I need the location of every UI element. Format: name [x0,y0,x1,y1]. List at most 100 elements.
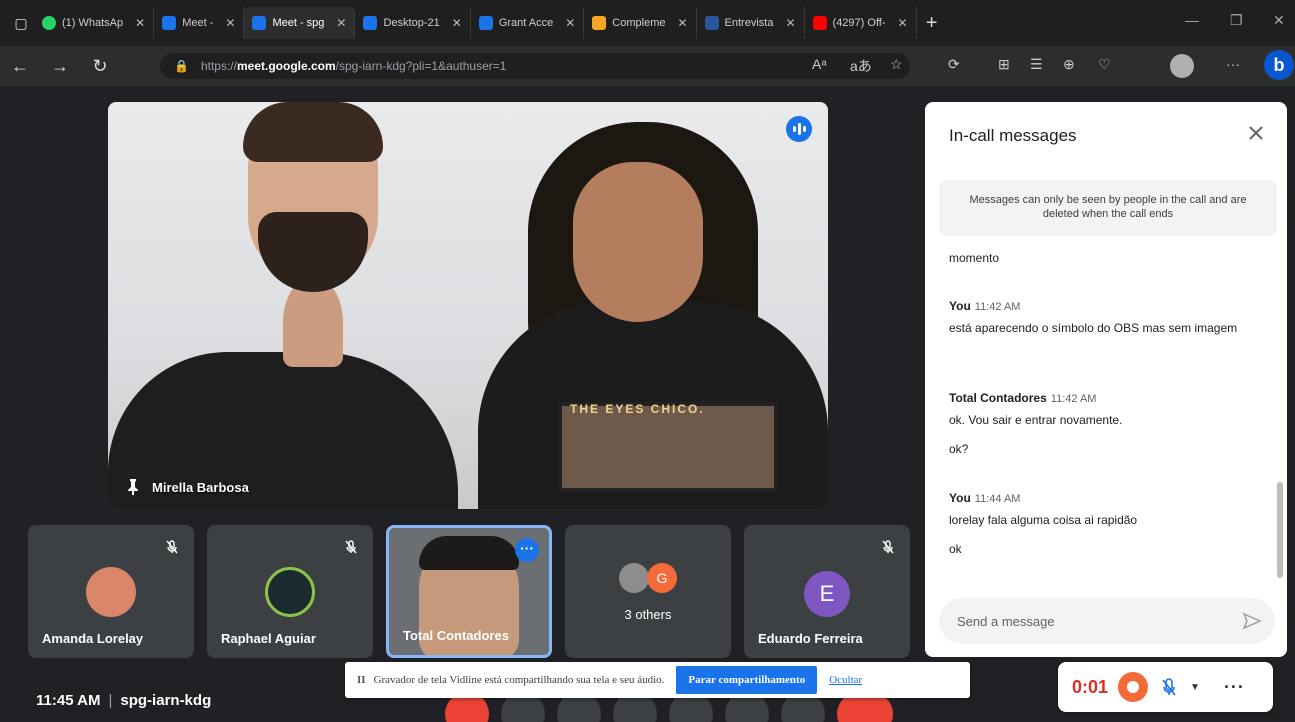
participant-tile-eduardo[interactable]: E Eduardo Ferreira [744,525,910,658]
tab-entrevista[interactable]: Entrevista ✕ [697,7,805,39]
tab-label: Entrevista [724,17,774,29]
participant-tile-others[interactable]: G 3 others [565,525,731,658]
minimize-icon[interactable]: — [1185,12,1199,28]
video-person [243,102,383,162]
tab-actions-icon[interactable]: ▢ [8,10,34,36]
participant-name: Amanda Lorelay [42,631,144,646]
meet-icon [363,16,378,30]
lock-icon: 🔒 [174,59,189,73]
recorder-more-icon[interactable]: ··· [1224,677,1245,698]
close-tab-icon[interactable]: ✕ [135,16,145,30]
main-video[interactable]: THE EYES CHICO. Mirella Barbosa [108,102,828,509]
microsoft-icon [592,16,607,30]
favorite-star-icon[interactable]: ☆ [890,56,903,73]
tab-grant-access[interactable]: Grant Acce ✕ [471,7,585,39]
message-sender: You [949,491,971,505]
url-path: /spg-iarn-kdg?pli=1&authuser=1 [335,59,507,73]
chat-message: momento [949,250,1249,267]
message-text: ok [949,542,962,556]
translate-icon[interactable]: aあ [850,56,872,76]
performance-icon[interactable]: ♡ [1098,56,1111,73]
hide-link[interactable]: Ocultar [829,674,862,686]
avatar: E [804,571,850,617]
others-count: 3 others [624,607,672,622]
extensions-icon[interactable]: ⟳ [948,56,960,73]
close-tab-icon[interactable]: ✕ [785,16,795,30]
tab-meet-active[interactable]: Meet - spg ✕ [244,7,356,39]
tab-meet-1[interactable]: Meet - ✕ [154,7,245,39]
message-input[interactable] [957,611,1217,631]
main-participant-name: Mirella Barbosa [152,479,249,495]
more-menu-icon[interactable]: ··· [1226,56,1240,72]
pin-icon[interactable] [126,479,140,495]
split-screen-icon[interactable]: ⊞ [998,56,1010,73]
participant-name: Raphael Aguiar [221,631,316,646]
profile-avatar[interactable] [1170,54,1194,78]
avatar [619,563,649,593]
close-tab-icon[interactable]: ✕ [225,16,235,30]
pause-icon[interactable]: II [357,674,366,686]
tab-label: Grant Acce [498,17,554,29]
chat-panel: In-call messages Messages can only be se… [925,102,1287,657]
participant-tile-raphael[interactable]: Raphael Aguiar [207,525,373,658]
tab-label: Compleme [612,17,666,29]
restore-icon[interactable]: ❐ [1230,12,1243,29]
close-tab-icon[interactable]: ✕ [336,16,346,30]
record-stop-button[interactable] [1118,672,1149,702]
meeting-info: 11:45 AM | spg-iarn-kdg [36,692,211,709]
meet-icon [162,16,177,30]
message-text: lorelay fala alguma coisa ai rapidão [949,513,1138,527]
url-host: meet.google.com [236,59,336,73]
close-window-icon[interactable]: ✕ [1273,12,1285,29]
address-bar-row: ← → ↻ 🔒 https://meet.google.com/spg-iarn… [0,46,1295,86]
read-aloud-icon[interactable]: Aᵃ [812,56,827,72]
new-tab-icon[interactable]: + [917,12,947,35]
tab-label: Desktop-21 [383,17,440,29]
meeting-code: spg-iarn-kdg [120,692,212,709]
back-icon[interactable]: ← [0,56,40,77]
video-person [258,212,368,292]
tab-label: Meet - [182,17,214,29]
send-icon[interactable] [1241,610,1263,632]
tab-youtube[interactable]: (4297) Off- ✕ [805,7,917,39]
close-tab-icon[interactable]: ✕ [452,16,462,30]
tab-label: (1) WhatsAp [62,17,124,29]
chat-scrollbar[interactable] [1277,482,1283,578]
stop-sharing-button[interactable]: Parar compartilhamento [676,666,818,694]
chat-message: You 11:42 AM está aparecendo o símbolo do… [949,298,1249,337]
close-tab-icon[interactable]: ✕ [565,16,575,30]
collections-icon[interactable]: ⊕ [1063,56,1075,73]
message-sender: You [949,299,971,313]
message-text: ok. Vou sair e entrar novamente. [949,413,1123,427]
video-person [419,536,519,570]
message-time: 11:42 AM [1050,393,1097,405]
avatar: G [647,563,677,593]
url-field[interactable]: 🔒 https://meet.google.com/spg-iarn-kdg?p… [160,53,910,79]
recorder-widget: 0:01 ▼ ··· [1058,662,1273,712]
more-options-button[interactable]: ··· [515,538,539,562]
participant-name: Total Contadores [403,628,509,643]
tab-complemento[interactable]: Compleme ✕ [584,7,697,39]
tab-desktop[interactable]: Desktop-21 ✕ [355,7,471,39]
participant-tile-amanda[interactable]: Amanda Lorelay [28,525,194,658]
bing-icon[interactable]: b [1264,50,1294,80]
video-person [573,162,703,322]
close-tab-icon[interactable]: ✕ [898,16,908,30]
participant-tile-total-contadores[interactable]: ··· Total Contadores [386,525,552,658]
message-text: está aparecendo o símbolo do OBS mas sem… [949,321,1238,335]
forward-icon[interactable]: → [40,56,80,77]
mic-off-icon [345,540,357,554]
mic-off-icon[interactable] [1158,676,1180,698]
favorites-icon[interactable]: ☰ [1030,56,1043,73]
message-compose [939,598,1275,644]
close-icon[interactable] [1245,122,1267,144]
reload-icon[interactable]: ↻ [80,56,120,77]
message-text: momento [949,251,1000,265]
tab-whatsapp[interactable]: (1) WhatsAp ✕ [34,7,155,39]
tab-label: Meet - spg [272,17,325,29]
close-tab-icon[interactable]: ✕ [677,16,687,30]
chevron-down-icon[interactable]: ▼ [1190,682,1200,693]
mic-off-icon [882,540,894,554]
message-sender: Total Contadores [949,391,1047,405]
message-text: ok? [949,442,969,456]
